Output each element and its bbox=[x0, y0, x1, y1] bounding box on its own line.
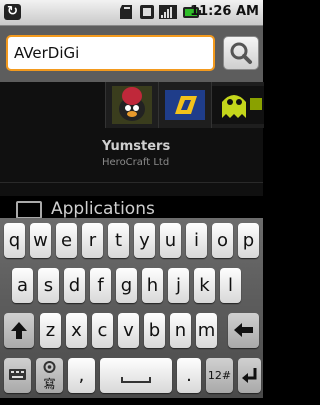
search-results: Yumsters HeroCraft Ltd bbox=[0, 82, 264, 196]
key-q[interactable]: q bbox=[4, 223, 25, 258]
key-d[interactable]: d bbox=[64, 268, 85, 303]
section-header: Applications bbox=[51, 199, 155, 219]
delete-key[interactable] bbox=[228, 313, 259, 348]
shift-icon bbox=[11, 322, 27, 339]
key-f[interactable]: f bbox=[90, 268, 111, 303]
app-thumbnail[interactable] bbox=[105, 82, 158, 128]
key-l[interactable]: l bbox=[220, 268, 241, 303]
app-thumbnail[interactable] bbox=[158, 82, 211, 128]
shift-key[interactable] bbox=[4, 313, 34, 348]
penguin-icon bbox=[112, 86, 152, 124]
clock: 11:26 AM bbox=[190, 4, 259, 19]
backspace-icon bbox=[234, 323, 253, 337]
soft-keyboard: q w e r t y u i o p a s d f g h j k l z … bbox=[0, 218, 263, 398]
key-g[interactable]: g bbox=[116, 268, 137, 303]
key-p[interactable]: p bbox=[238, 223, 259, 258]
app-gallery[interactable] bbox=[105, 82, 264, 128]
sd-card-icon bbox=[120, 5, 132, 19]
key-k[interactable]: k bbox=[194, 268, 215, 303]
enter-icon bbox=[242, 368, 257, 383]
key-e[interactable]: e bbox=[56, 223, 77, 258]
signal-icon bbox=[159, 5, 177, 19]
pacman-ghost-icon bbox=[212, 86, 264, 124]
key-b[interactable]: b bbox=[144, 313, 165, 348]
search-icon bbox=[230, 42, 252, 64]
key-y[interactable]: y bbox=[134, 223, 155, 258]
settings-key[interactable]: 寫 bbox=[36, 358, 63, 393]
divider bbox=[0, 182, 263, 183]
settings-key-label: 寫 bbox=[43, 377, 56, 391]
search-input[interactable] bbox=[6, 35, 215, 71]
numbers-key[interactable]: 12# bbox=[206, 358, 233, 393]
key-o[interactable]: o bbox=[212, 223, 233, 258]
keyboard-switch-key[interactable] bbox=[4, 358, 31, 393]
key-j[interactable]: j bbox=[168, 268, 189, 303]
comma-key[interactable]: , bbox=[68, 358, 95, 393]
keyboard-icon bbox=[9, 369, 26, 380]
app-name[interactable]: Yumsters bbox=[102, 139, 170, 154]
space-icon bbox=[121, 377, 151, 383]
app-thumbnail[interactable] bbox=[211, 82, 264, 128]
space-key[interactable] bbox=[100, 358, 172, 393]
data-icon bbox=[140, 5, 154, 19]
key-w[interactable]: w bbox=[30, 223, 51, 258]
gear-icon bbox=[43, 361, 56, 373]
key-s[interactable]: s bbox=[38, 268, 59, 303]
app-developer: HeroCraft Ltd bbox=[102, 157, 170, 168]
applications-icon bbox=[16, 201, 42, 219]
key-z[interactable]: z bbox=[40, 313, 61, 348]
key-r[interactable]: r bbox=[82, 223, 103, 258]
period-key[interactable]: . bbox=[177, 358, 201, 393]
key-i[interactable]: i bbox=[186, 223, 207, 258]
search-bar bbox=[0, 26, 263, 82]
key-c[interactable]: c bbox=[92, 313, 113, 348]
enter-key[interactable] bbox=[238, 358, 261, 393]
search-button[interactable] bbox=[223, 36, 259, 70]
key-t[interactable]: t bbox=[108, 223, 129, 258]
key-m[interactable]: m bbox=[196, 313, 217, 348]
sync-icon: ↻ bbox=[4, 4, 21, 20]
key-a[interactable]: a bbox=[12, 268, 33, 303]
key-v[interactable]: v bbox=[118, 313, 139, 348]
status-bar: ↻ 11:26 AM bbox=[0, 0, 263, 26]
key-u[interactable]: u bbox=[160, 223, 181, 258]
key-x[interactable]: x bbox=[66, 313, 87, 348]
game-logo-icon bbox=[165, 90, 205, 120]
key-h[interactable]: h bbox=[142, 268, 163, 303]
key-n[interactable]: n bbox=[170, 313, 191, 348]
